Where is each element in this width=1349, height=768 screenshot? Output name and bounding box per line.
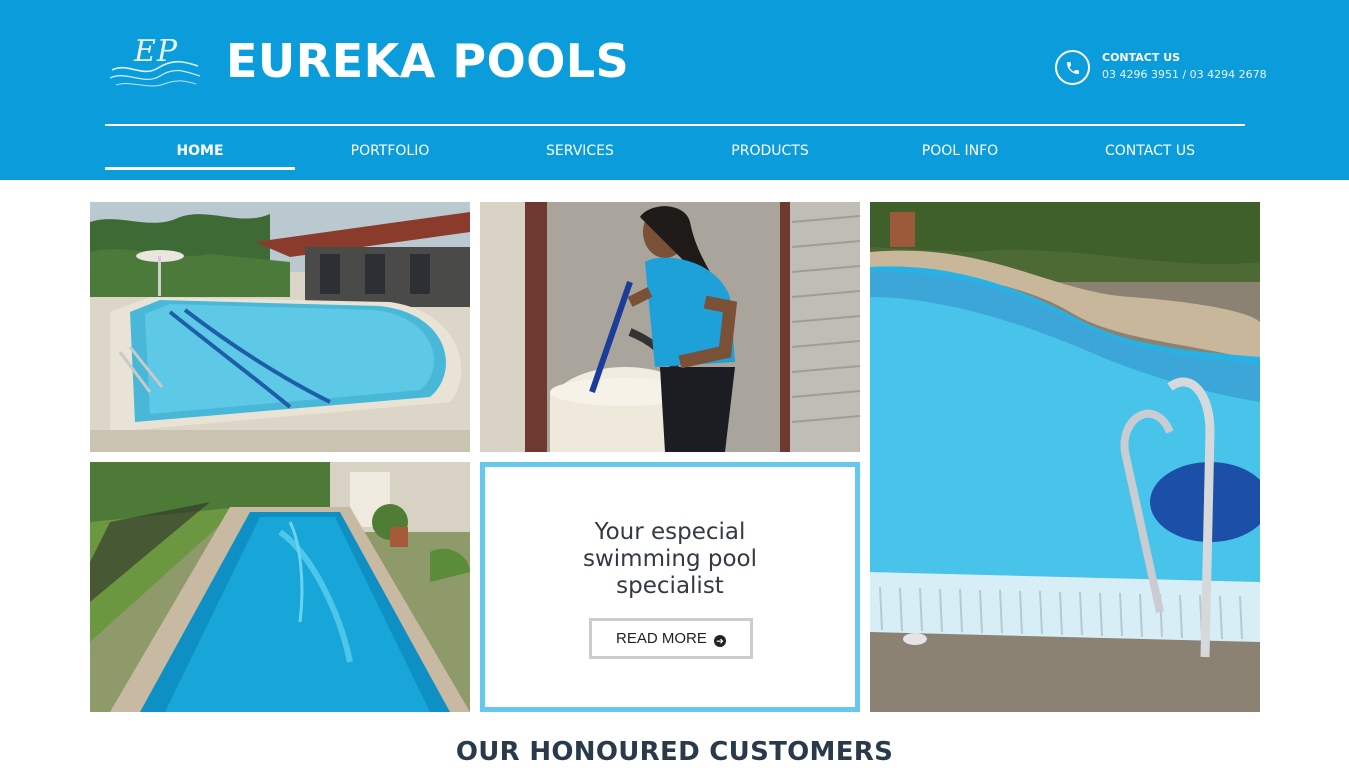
section-title: OUR HONOURED CUSTOMERS [455, 737, 894, 767]
logo[interactable]: EP [108, 34, 202, 92]
read-more-label: READ MORE [615, 630, 707, 647]
gallery-image-oval-pool[interactable] [90, 202, 470, 452]
nav-item-services[interactable]: SERVICES [485, 126, 675, 170]
main-nav: HOME PORTFOLIO SERVICES PRODUCTS POOL IN… [105, 126, 1245, 170]
gallery-image-lap-pool[interactable] [90, 462, 470, 712]
read-more-button[interactable]: READ MORE ➔ [589, 618, 753, 659]
contact-title: CONTACT US [1102, 51, 1181, 64]
contact-phones[interactable]: 03 4296 3951 / 03 4294 2678 [1102, 68, 1267, 81]
phone-icon[interactable] [1055, 50, 1090, 85]
logo-waves-icon [109, 60, 201, 87]
nav-item-home[interactable]: HOME [105, 126, 295, 170]
gallery-image-technician[interactable] [480, 202, 860, 452]
promo-tagline: Your especial swimming pool specialist [582, 519, 757, 599]
nav-item-products[interactable]: PRODUCTS [675, 126, 865, 170]
nav-item-pool-info[interactable]: POOL INFO [865, 126, 1055, 170]
site-header: EP EUREKA POOLS CONTACT US 03 4296 3951 … [0, 0, 1349, 180]
gallery-image-pool-ladder[interactable] [870, 202, 1260, 712]
promo-box: Your especial swimming pool specialist REA… [480, 462, 860, 712]
circle-arrow-right-icon: ➔ [714, 635, 726, 647]
brand-name[interactable]: EUREKA POOLS [226, 34, 629, 88]
contact-block: CONTACT US 03 4296 3951 / 03 4294 2678 [1055, 49, 1295, 89]
nav-item-contact-us[interactable]: CONTACT US [1055, 126, 1245, 170]
nav-item-portfolio[interactable]: PORTFOLIO [295, 126, 485, 170]
